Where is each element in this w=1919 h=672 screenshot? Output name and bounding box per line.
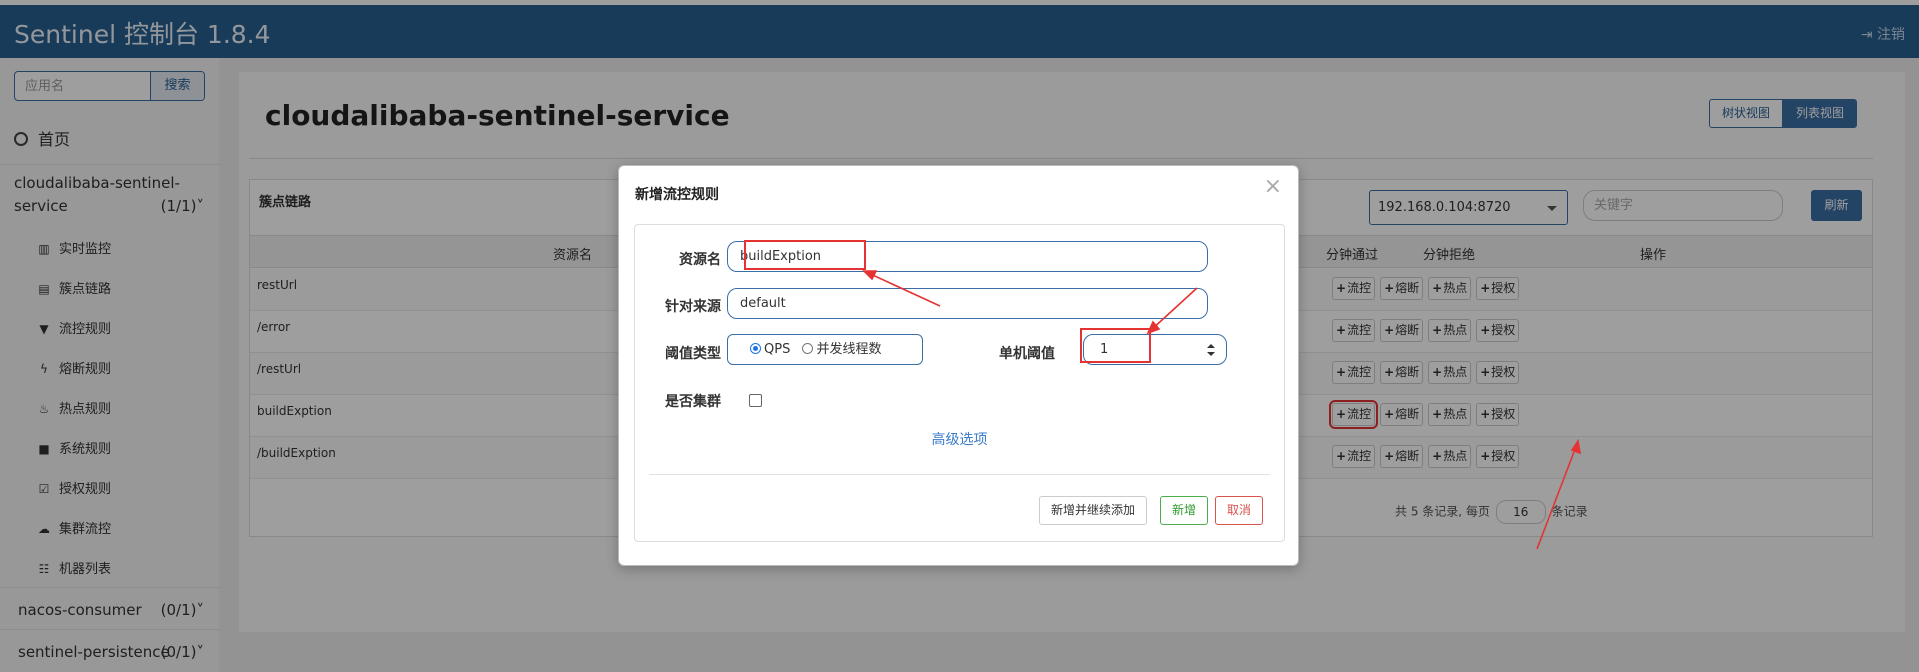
limit-app-input[interactable] [727, 288, 1208, 319]
spinner-arrows-icon[interactable] [1207, 344, 1215, 356]
rule-form: 资源名 针对来源 阈值类型 QPS 并发线程数 单机阈值 1 是否集群 高级选项… [634, 224, 1285, 542]
form-divider [649, 474, 1270, 475]
cluster-label: 是否集群 [665, 394, 721, 410]
grade-thread-radio[interactable]: 并发线程数 [802, 342, 881, 357]
add-flow-rule-dialog: 新增流控规则 × 资源名 针对来源 阈值类型 QPS 并发线程数 单机阈值 1 … [618, 165, 1299, 566]
dialog-title: 新增流控规则 [635, 187, 719, 203]
close-icon[interactable]: × [1264, 174, 1282, 199]
grade-label: 阈值类型 [665, 346, 721, 362]
limit-app-label: 针对来源 [665, 299, 721, 315]
radio-unchecked-icon [802, 343, 814, 354]
count-label: 单机阈值 [999, 346, 1055, 362]
grade-qps-radio[interactable]: QPS [750, 342, 790, 357]
cluster-checkbox[interactable] [749, 394, 762, 407]
save-and-continue-button[interactable]: 新增并继续添加 [1039, 496, 1148, 525]
radio-checked-icon [750, 343, 761, 354]
grade-radio-group: QPS 并发线程数 [727, 334, 923, 365]
cancel-button[interactable]: 取消 [1215, 496, 1264, 525]
resource-label: 资源名 [679, 252, 721, 268]
resource-input[interactable] [727, 241, 1208, 272]
advanced-options-link[interactable]: 高级选项 [635, 429, 1284, 449]
save-button[interactable]: 新增 [1160, 496, 1209, 525]
count-input[interactable]: 1 [1083, 334, 1227, 365]
